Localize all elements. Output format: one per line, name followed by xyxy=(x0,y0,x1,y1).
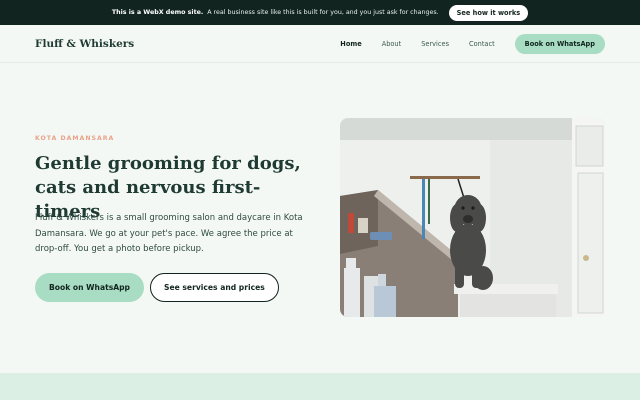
demo-banner: This is a WebX demo site. A real busines… xyxy=(0,0,640,25)
hero-book-whatsapp-button[interactable]: Book on WhatsApp xyxy=(35,273,144,302)
site-header: Fluff & Whiskers Home About Services Con… xyxy=(0,25,640,63)
see-how-it-works-button[interactable]: See how it works xyxy=(448,4,529,21)
header-book-whatsapp-button[interactable]: Book on WhatsApp xyxy=(514,33,605,54)
nav-item-home[interactable]: Home xyxy=(340,40,361,48)
nav-item-contact[interactable]: Contact xyxy=(469,40,495,48)
hero-button-row: Book on WhatsApp See services and prices xyxy=(35,273,279,302)
next-section-band xyxy=(0,373,640,400)
nav-item-about[interactable]: About xyxy=(382,40,402,48)
see-services-button[interactable]: See services and prices xyxy=(150,273,279,302)
poodle-grooming-illustration xyxy=(340,118,605,317)
hero-description: Fluff & Whiskers is a small grooming sal… xyxy=(35,213,303,255)
main-nav: Home About Services Contact Book on What… xyxy=(340,33,605,54)
demo-banner-title: This is a WebX demo site. xyxy=(111,9,204,16)
hero-photo-poodle xyxy=(340,118,605,317)
demo-banner-message: A real business site like this is built … xyxy=(207,9,439,16)
site-logo[interactable]: Fluff & Whiskers xyxy=(35,38,134,50)
nav-item-services[interactable]: Services xyxy=(421,40,449,48)
hero-location-eyebrow: KOTA DAMANSARA xyxy=(35,135,115,142)
